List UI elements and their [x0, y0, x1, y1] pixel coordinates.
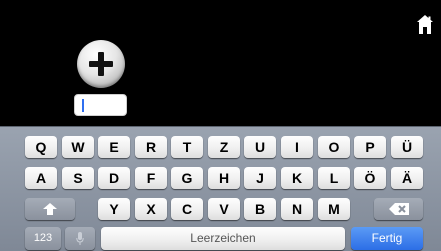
shift-arrow-icon — [43, 203, 57, 215]
delete-backspace-icon — [388, 203, 409, 215]
key-e[interactable]: E — [98, 136, 130, 158]
home-icon[interactable] — [417, 15, 433, 34]
key-b[interactable]: B — [244, 198, 276, 220]
key-d[interactable]: D — [98, 167, 130, 189]
delete-key[interactable] — [374, 198, 423, 220]
numbers-key[interactable]: 123 — [25, 227, 61, 250]
key-u-umlaut[interactable]: Ü — [391, 136, 423, 158]
key-c[interactable]: C — [171, 198, 203, 220]
key-z[interactable]: Z — [208, 136, 240, 158]
key-o-umlaut[interactable]: Ö — [354, 167, 386, 189]
on-screen-keyboard: Q W E R T Z U I O P Ü A S D F G H J K L … — [0, 126, 441, 251]
plus-icon — [89, 52, 113, 76]
key-r[interactable]: R — [135, 136, 167, 158]
text-input-field[interactable] — [74, 94, 127, 116]
key-a-umlaut[interactable]: Ä — [391, 167, 423, 189]
key-w[interactable]: W — [62, 136, 94, 158]
key-i[interactable]: I — [281, 136, 313, 158]
key-l[interactable]: L — [318, 167, 350, 189]
key-u[interactable]: U — [244, 136, 276, 158]
shift-key[interactable] — [25, 198, 75, 220]
text-caret — [82, 99, 84, 112]
key-s[interactable]: S — [62, 167, 94, 189]
key-h[interactable]: H — [208, 167, 240, 189]
key-m[interactable]: M — [318, 198, 350, 220]
key-g[interactable]: G — [171, 167, 203, 189]
space-key[interactable]: Leerzeichen — [101, 227, 345, 250]
app-screen: Q W E R T Z U I O P Ü A S D F G H J K L … — [0, 0, 441, 251]
dictation-key[interactable] — [65, 227, 95, 250]
key-f[interactable]: F — [135, 167, 167, 189]
key-n[interactable]: N — [281, 198, 313, 220]
key-y[interactable]: Y — [98, 198, 130, 220]
add-button[interactable] — [77, 40, 125, 88]
key-j[interactable]: J — [244, 167, 276, 189]
key-t[interactable]: T — [171, 136, 203, 158]
key-k[interactable]: K — [281, 167, 313, 189]
key-v[interactable]: V — [208, 198, 240, 220]
key-p[interactable]: P — [354, 136, 386, 158]
key-x[interactable]: X — [135, 198, 167, 220]
key-a[interactable]: A — [25, 167, 57, 189]
done-key[interactable]: Fertig — [351, 227, 423, 250]
key-q[interactable]: Q — [25, 136, 57, 158]
microphone-icon — [76, 231, 84, 245]
key-o[interactable]: O — [318, 136, 350, 158]
